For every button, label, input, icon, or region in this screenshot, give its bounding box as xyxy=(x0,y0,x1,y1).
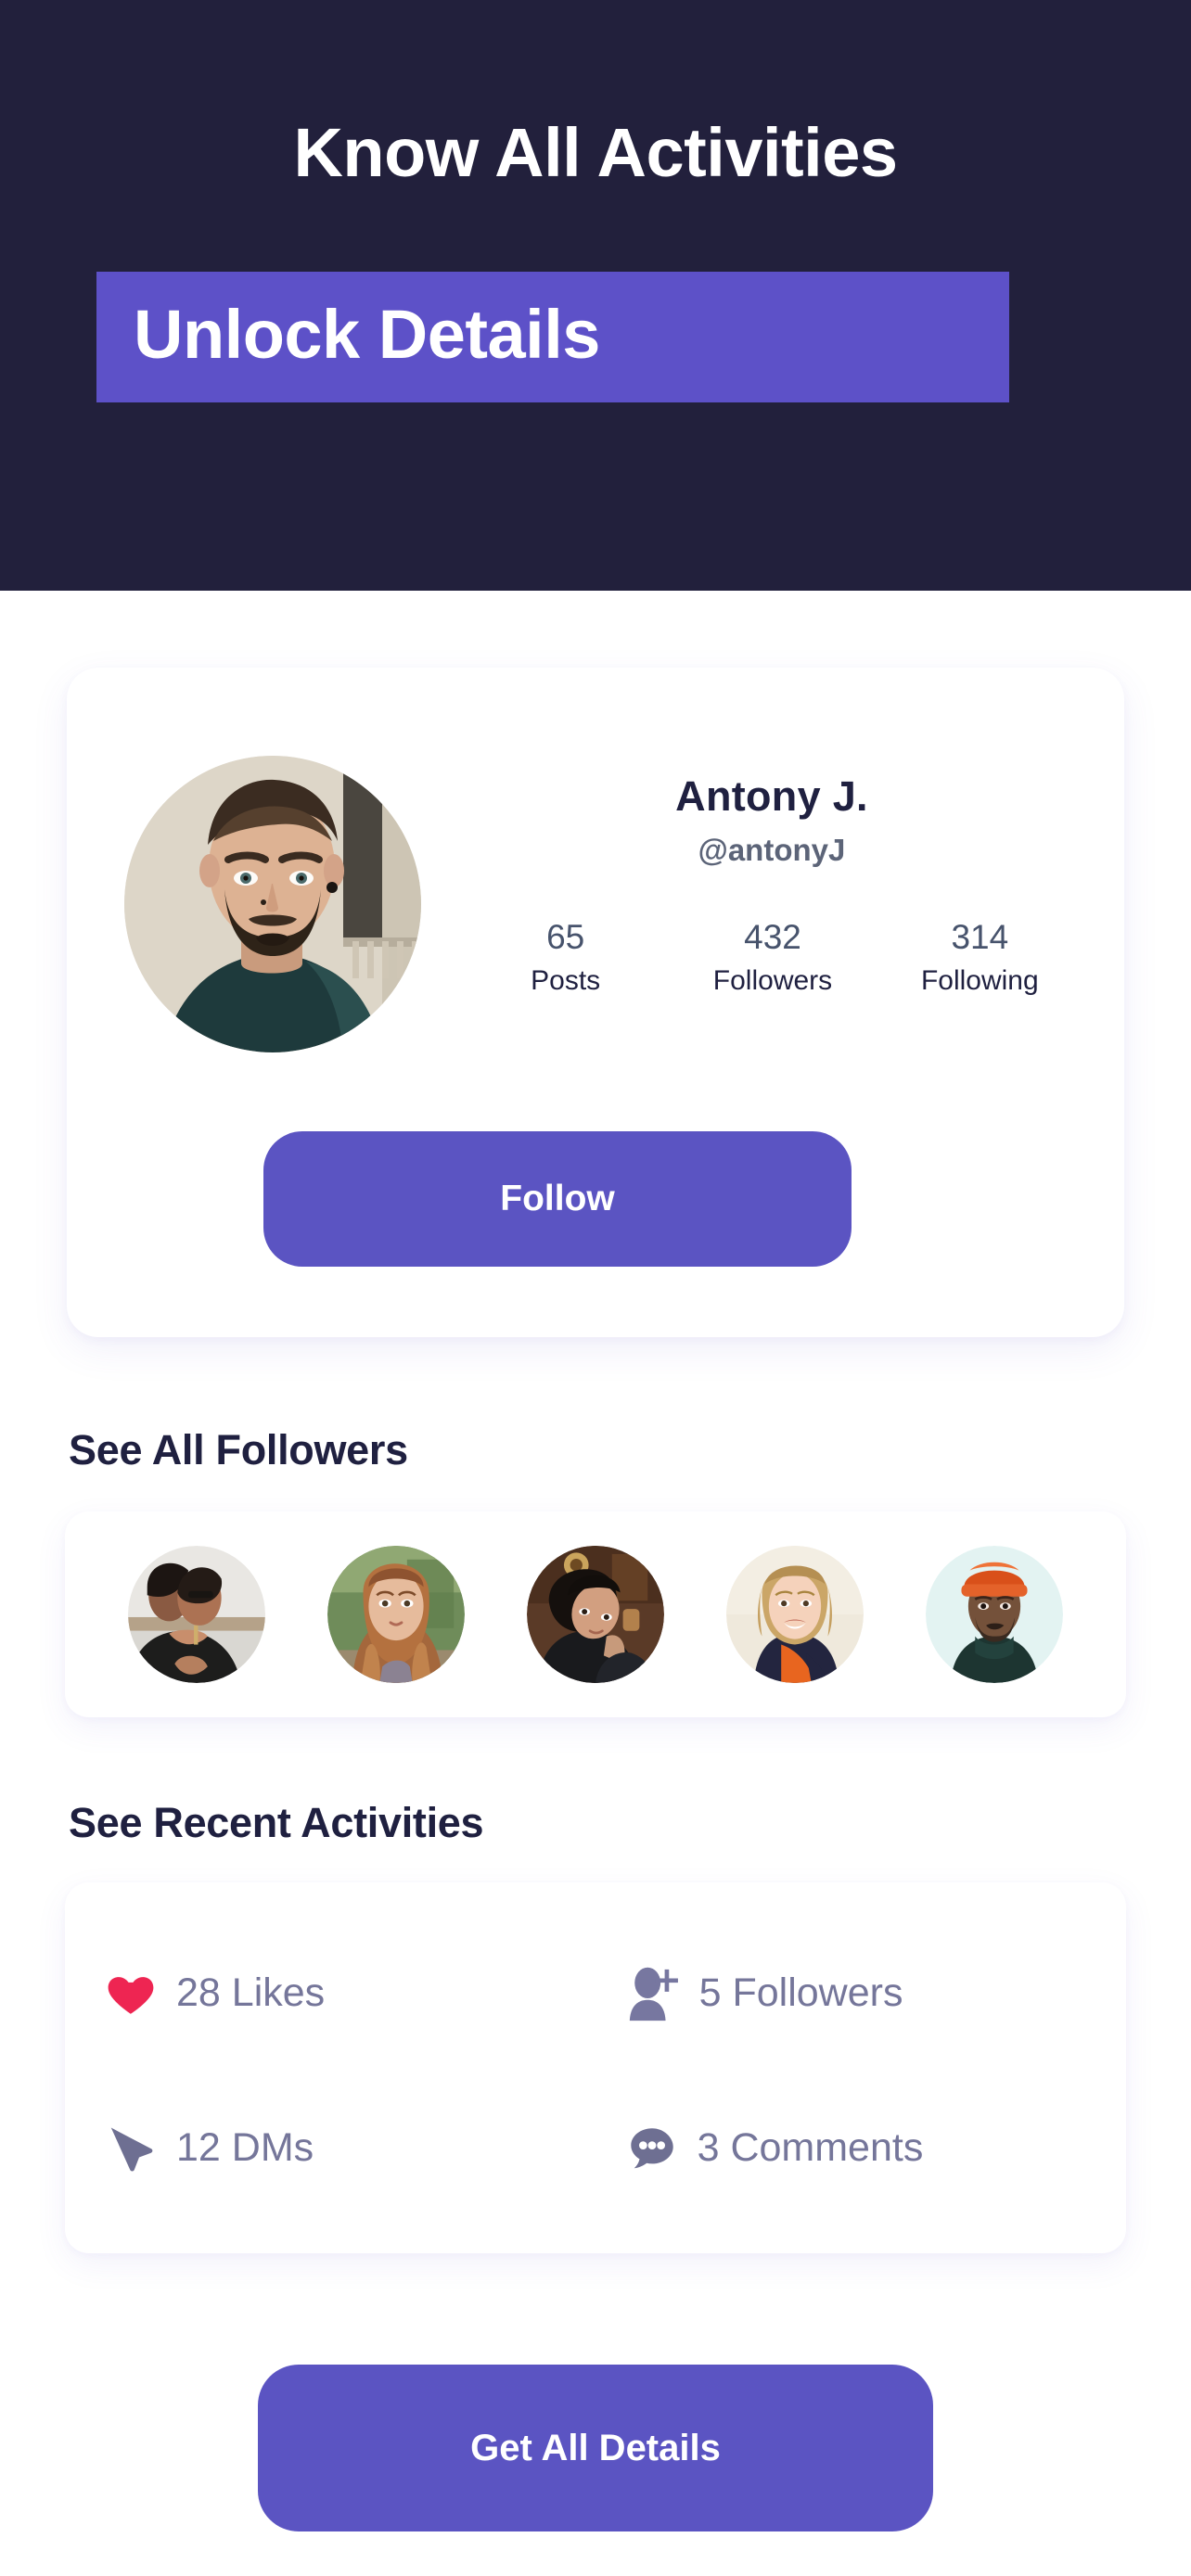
send-icon xyxy=(102,2121,160,2176)
activity-dms-label: 12 DMs xyxy=(176,2125,314,2170)
hero-subtitle: Unlock Details xyxy=(134,296,600,373)
hero-banner: Know All Activities Unlock Details xyxy=(0,0,1191,591)
followers-list xyxy=(65,1511,1126,1717)
heart-icon xyxy=(102,1967,160,2021)
list-item[interactable] xyxy=(527,1546,664,1683)
stat-posts-label: Posts xyxy=(531,964,601,996)
stat-following-value: 314 xyxy=(951,918,1009,956)
follow-button[interactable]: Follow xyxy=(263,1131,852,1267)
stat-followers-value: 432 xyxy=(744,918,801,956)
hero-subtitle-highlight: Unlock Details xyxy=(96,272,1098,402)
activity-likes-label: 28 Likes xyxy=(176,1970,326,2015)
list-item[interactable] xyxy=(926,1546,1063,1683)
stat-followers-label: Followers xyxy=(712,964,833,996)
app-root: Know All Activities Unlock Details Anton… xyxy=(0,0,1191,2576)
activity-new-followers[interactable]: 5 Followers xyxy=(623,1916,1104,2071)
activity-comments-label: 3 Comments xyxy=(697,2125,924,2170)
profile-handle: @antonyJ xyxy=(698,833,846,867)
activity-dms[interactable]: 12 DMs xyxy=(102,2071,623,2225)
comment-icon xyxy=(623,2122,681,2175)
avatar xyxy=(124,756,421,1052)
activities-section-heading: See Recent Activities xyxy=(69,1799,484,1846)
stat-posts-value: 65 xyxy=(546,918,585,956)
get-all-details-button[interactable]: Get All Details xyxy=(258,2365,933,2531)
person-add-icon xyxy=(623,1965,683,2022)
activities-list: 28 Likes 5 Followers 12 DMs 3 Comments xyxy=(65,1882,1126,2253)
stat-posts[interactable]: 65 Posts xyxy=(462,918,669,999)
activity-new-followers-label: 5 Followers xyxy=(698,1970,903,2015)
hero-title: Know All Activities xyxy=(293,114,898,191)
list-item[interactable] xyxy=(726,1546,864,1683)
activity-likes[interactable]: 28 Likes xyxy=(102,1916,623,2071)
profile-stats: 65 Posts 432 Followers 314 Following xyxy=(462,918,1083,999)
profile-card: Antony J. @antonyJ 65 Posts 432 Follower… xyxy=(67,668,1124,1337)
list-item[interactable] xyxy=(327,1546,465,1683)
stat-following[interactable]: 314 Following xyxy=(877,918,1083,999)
list-item[interactable] xyxy=(128,1546,265,1683)
page-title: Antony J. xyxy=(675,772,868,820)
followers-section-heading: See All Followers xyxy=(69,1426,408,1473)
stat-followers[interactable]: 432 Followers xyxy=(669,918,876,999)
stat-following-label: Following xyxy=(920,964,1039,996)
activity-comments[interactable]: 3 Comments xyxy=(623,2071,1104,2225)
